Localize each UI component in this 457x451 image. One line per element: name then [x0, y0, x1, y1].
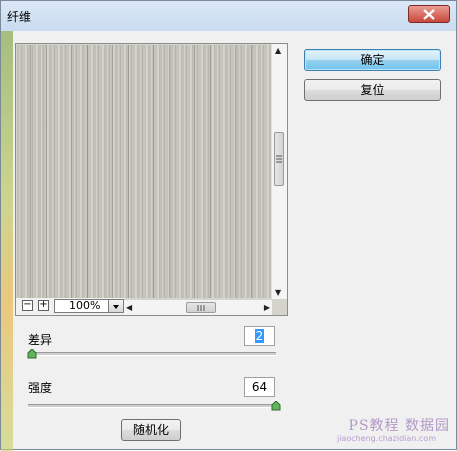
- close-button[interactable]: [408, 5, 450, 23]
- scroll-down-arrow-icon[interactable]: ▼: [275, 288, 281, 297]
- vertical-scroll-thumb[interactable]: [274, 132, 284, 186]
- variance-value: 2: [254, 329, 265, 343]
- reset-button[interactable]: 复位: [304, 79, 441, 101]
- ok-button[interactable]: 确定: [304, 49, 441, 71]
- zoom-select[interactable]: 100%: [54, 299, 124, 313]
- preview-panel[interactable]: ▲ ▼ − + 100% ◀ ▶: [15, 43, 288, 316]
- close-icon: [423, 9, 435, 20]
- variance-label: 差异: [28, 333, 53, 347]
- grip-icon: [276, 155, 282, 163]
- watermark-url: jiaocheng.chazidian.com: [336, 434, 436, 443]
- title-bar: 纤维: [1, 1, 456, 31]
- background-app-edge: [1, 31, 13, 451]
- variance-input[interactable]: 2: [244, 326, 275, 346]
- randomize-button[interactable]: 随机化: [121, 419, 181, 441]
- strength-slider-track[interactable]: [28, 404, 276, 408]
- chevron-down-icon: [113, 305, 119, 309]
- strength-label: 强度: [28, 381, 53, 395]
- preview-vertical-scrollbar[interactable]: ▲ ▼: [271, 44, 287, 299]
- zoom-in-button[interactable]: +: [38, 300, 49, 311]
- zoom-value: 100%: [69, 299, 101, 312]
- strength-value: 64: [251, 380, 268, 394]
- zoom-out-button[interactable]: −: [22, 300, 33, 311]
- watermark: PS教程 数据园: [348, 418, 450, 434]
- scroll-right-arrow-icon[interactable]: ▶: [264, 303, 270, 312]
- horizontal-scroll-thumb[interactable]: [186, 302, 216, 313]
- scroll-up-arrow-icon[interactable]: ▲: [275, 46, 281, 55]
- strength-input[interactable]: 64: [244, 377, 275, 397]
- dialog-body: ▲ ▼ − + 100% ◀ ▶ 确定 复位 差异 2 强度 64 随机化 ji…: [13, 31, 456, 449]
- variance-slider-track[interactable]: [28, 352, 276, 356]
- zoom-dropdown-button[interactable]: [108, 300, 123, 312]
- grip-icon: [197, 305, 205, 311]
- fibers-dialog: 纤维 ▲ ▼ − + 100% ◀ ▶ 确定 复位 差异 2 强度 64 随机化…: [0, 0, 457, 451]
- zoom-controls: − + 100%: [16, 298, 124, 315]
- scroll-left-arrow-icon[interactable]: ◀: [126, 303, 132, 312]
- fiber-preview-image: [17, 45, 272, 298]
- window-title: 纤维: [7, 10, 32, 24]
- preview-horizontal-scrollbar[interactable]: ◀ ▶: [124, 300, 272, 315]
